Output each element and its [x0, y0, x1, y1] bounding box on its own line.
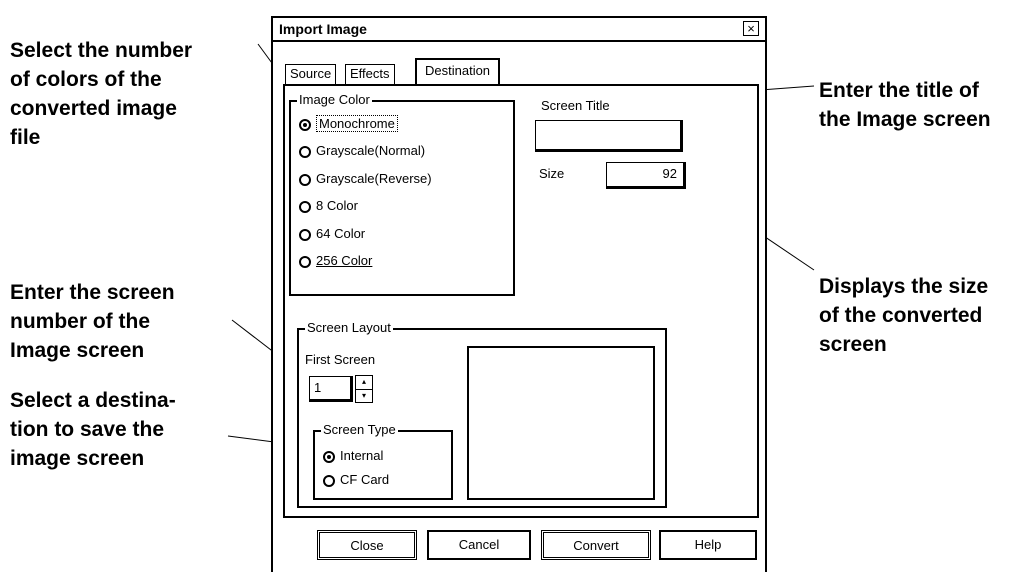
screen-type-label: Screen Type	[321, 422, 398, 437]
radio-button-icon	[299, 200, 311, 213]
tab-destination[interactable]: Destination	[415, 58, 501, 86]
cancel-button[interactable]: Cancel	[427, 530, 531, 560]
image-color-group: Image Color Monochrome Grayscale(Normal)…	[289, 92, 515, 296]
radio-button-icon	[299, 145, 311, 158]
radio-button-icon	[323, 474, 335, 487]
tab-effects[interactable]: Effects	[345, 64, 395, 84]
radio-button-icon	[323, 450, 335, 463]
radio-button-icon	[299, 228, 311, 241]
help-button[interactable]: Help	[659, 530, 757, 560]
screen-title-label: Screen Title	[541, 98, 610, 113]
radio-grayscale-reverse[interactable]: Grayscale(Reverse)	[299, 169, 432, 189]
radio-cf-card[interactable]: CF Card	[323, 470, 389, 490]
screen-layout-group: Screen Layout First Screen 1 ▴ ▾ Screen …	[297, 320, 667, 508]
image-color-label: Image Color	[297, 92, 372, 107]
convert-button[interactable]: Convert	[541, 530, 651, 560]
layout-preview	[467, 346, 655, 500]
radio-button-icon	[299, 255, 311, 268]
first-screen-stepper[interactable]: ▴ ▾	[355, 375, 373, 403]
radio-button-icon	[299, 118, 311, 131]
first-screen-input[interactable]: 1	[309, 376, 353, 402]
title-bar: Import Image ×	[273, 18, 765, 42]
radio-monochrome[interactable]: Monochrome	[299, 114, 398, 134]
close-button[interactable]: Close	[317, 530, 417, 560]
screen-title-input[interactable]	[535, 120, 683, 152]
stepper-down-icon[interactable]: ▾	[356, 390, 372, 402]
radio-internal[interactable]: Internal	[323, 446, 383, 466]
import-image-dialog: Import Image × Source Effects Destinatio…	[271, 16, 767, 572]
close-icon[interactable]: ×	[743, 21, 759, 36]
first-screen-label: First Screen	[305, 352, 376, 367]
size-label: Size	[539, 166, 565, 181]
dialog-title: Import Image	[279, 21, 367, 37]
radio-64-color[interactable]: 64 Color	[299, 224, 365, 244]
size-display: 92	[606, 162, 686, 189]
radio-button-icon	[299, 173, 311, 186]
stepper-up-icon[interactable]: ▴	[356, 376, 372, 390]
radio-grayscale-normal[interactable]: Grayscale(Normal)	[299, 141, 425, 161]
screen-type-group: Screen Type Internal CF Card	[313, 422, 453, 500]
tab-source[interactable]: Source	[285, 64, 337, 84]
radio-256-color[interactable]: 256 Color	[299, 251, 372, 271]
screen-layout-label: Screen Layout	[305, 320, 393, 335]
radio-8-color[interactable]: 8 Color	[299, 196, 358, 216]
